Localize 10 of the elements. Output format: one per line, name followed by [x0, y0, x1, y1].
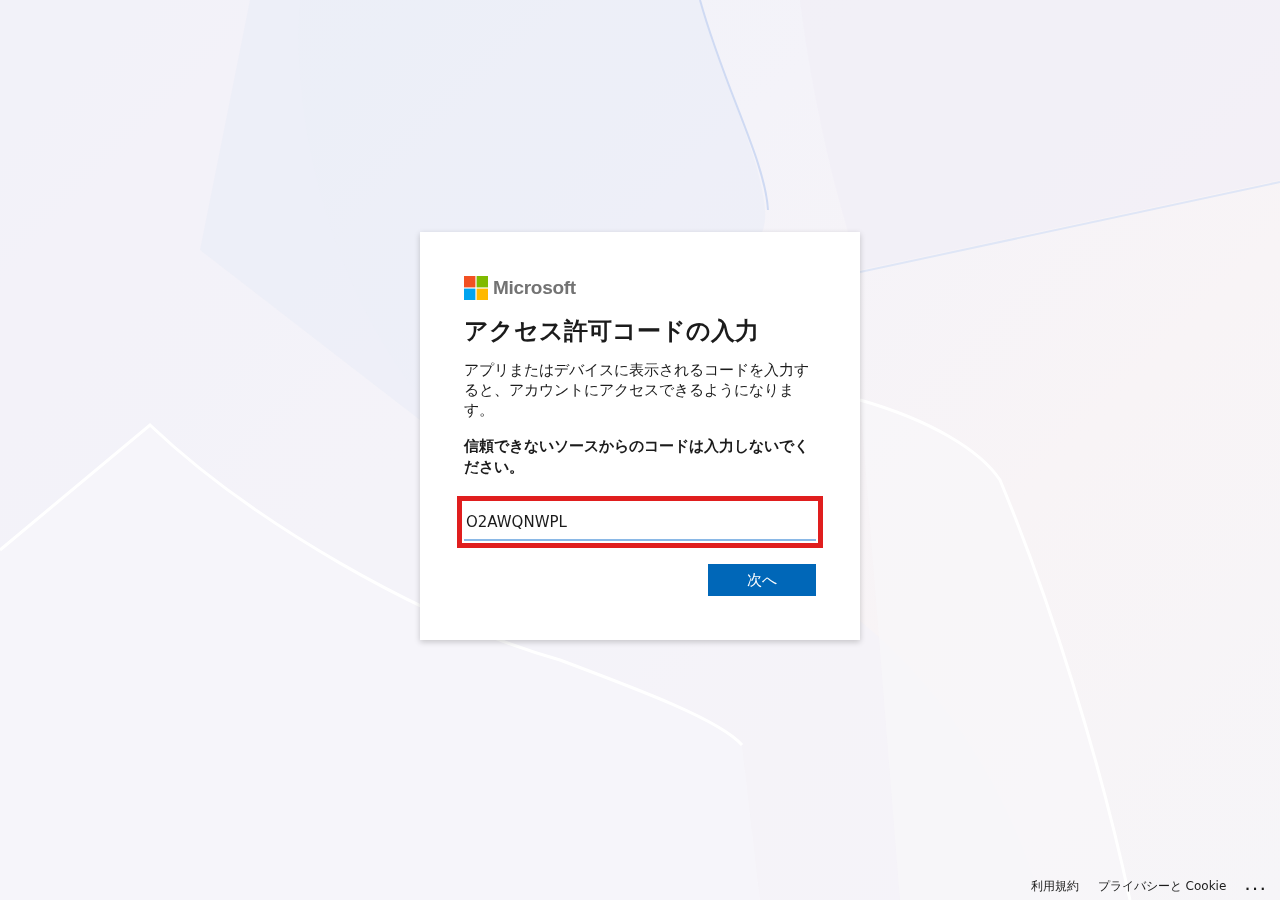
next-button[interactable]: 次へ [708, 564, 816, 596]
description-text: アプリまたはデバイスに表示されるコードを入力すると、アカウントにアクセスできるようになります。 [464, 360, 810, 420]
footer-link[interactable]: プライバシーと Cookie [1097, 877, 1227, 895]
four-squares-logo-icon [464, 276, 488, 300]
code-field[interactable]: O2AWQNWPL [464, 505, 816, 541]
brand-name: Microsoft [493, 276, 576, 300]
footer-link[interactable]: 利用規約 [1030, 877, 1079, 895]
more-options-button[interactable]: ... [1245, 879, 1268, 893]
page-title: アクセス許可コードの入力 [464, 316, 760, 346]
warning-text: 信頼できないソースからのコードは入力しないでください。 [464, 436, 810, 478]
